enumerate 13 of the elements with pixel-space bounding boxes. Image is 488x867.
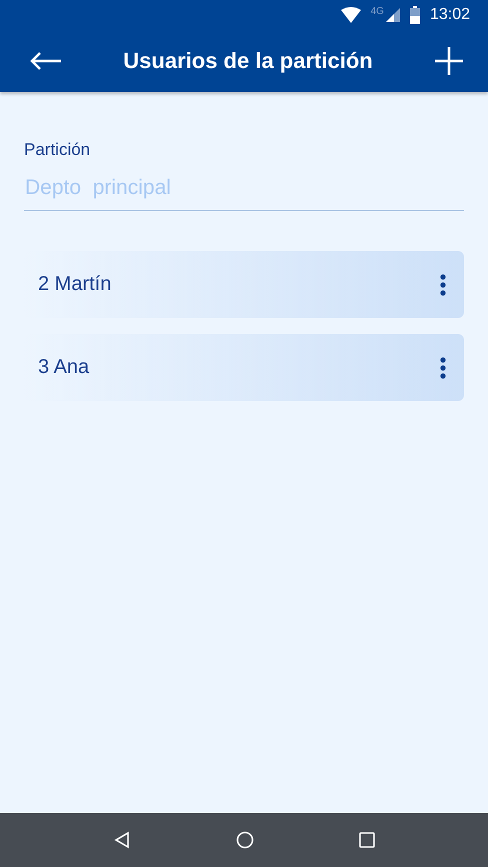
recents-nav-icon[interactable] [359,832,376,848]
app-bar-title: Usuarios de la partición [122,48,374,74]
status-time: 13:02 [430,6,470,24]
home-nav-icon[interactable] [236,831,254,849]
network-type: 4G [370,6,384,17]
field-label: Partición [24,140,92,160]
user-name: 2 Martín [38,273,112,296]
signal-icon [386,8,400,22]
user-name: 3 Ana [38,356,90,379]
partition-field[interactable]: Depto principal [24,176,464,211]
back-nav-icon[interactable] [112,831,131,849]
wifi-icon [340,7,361,23]
battery-icon [410,6,420,24]
